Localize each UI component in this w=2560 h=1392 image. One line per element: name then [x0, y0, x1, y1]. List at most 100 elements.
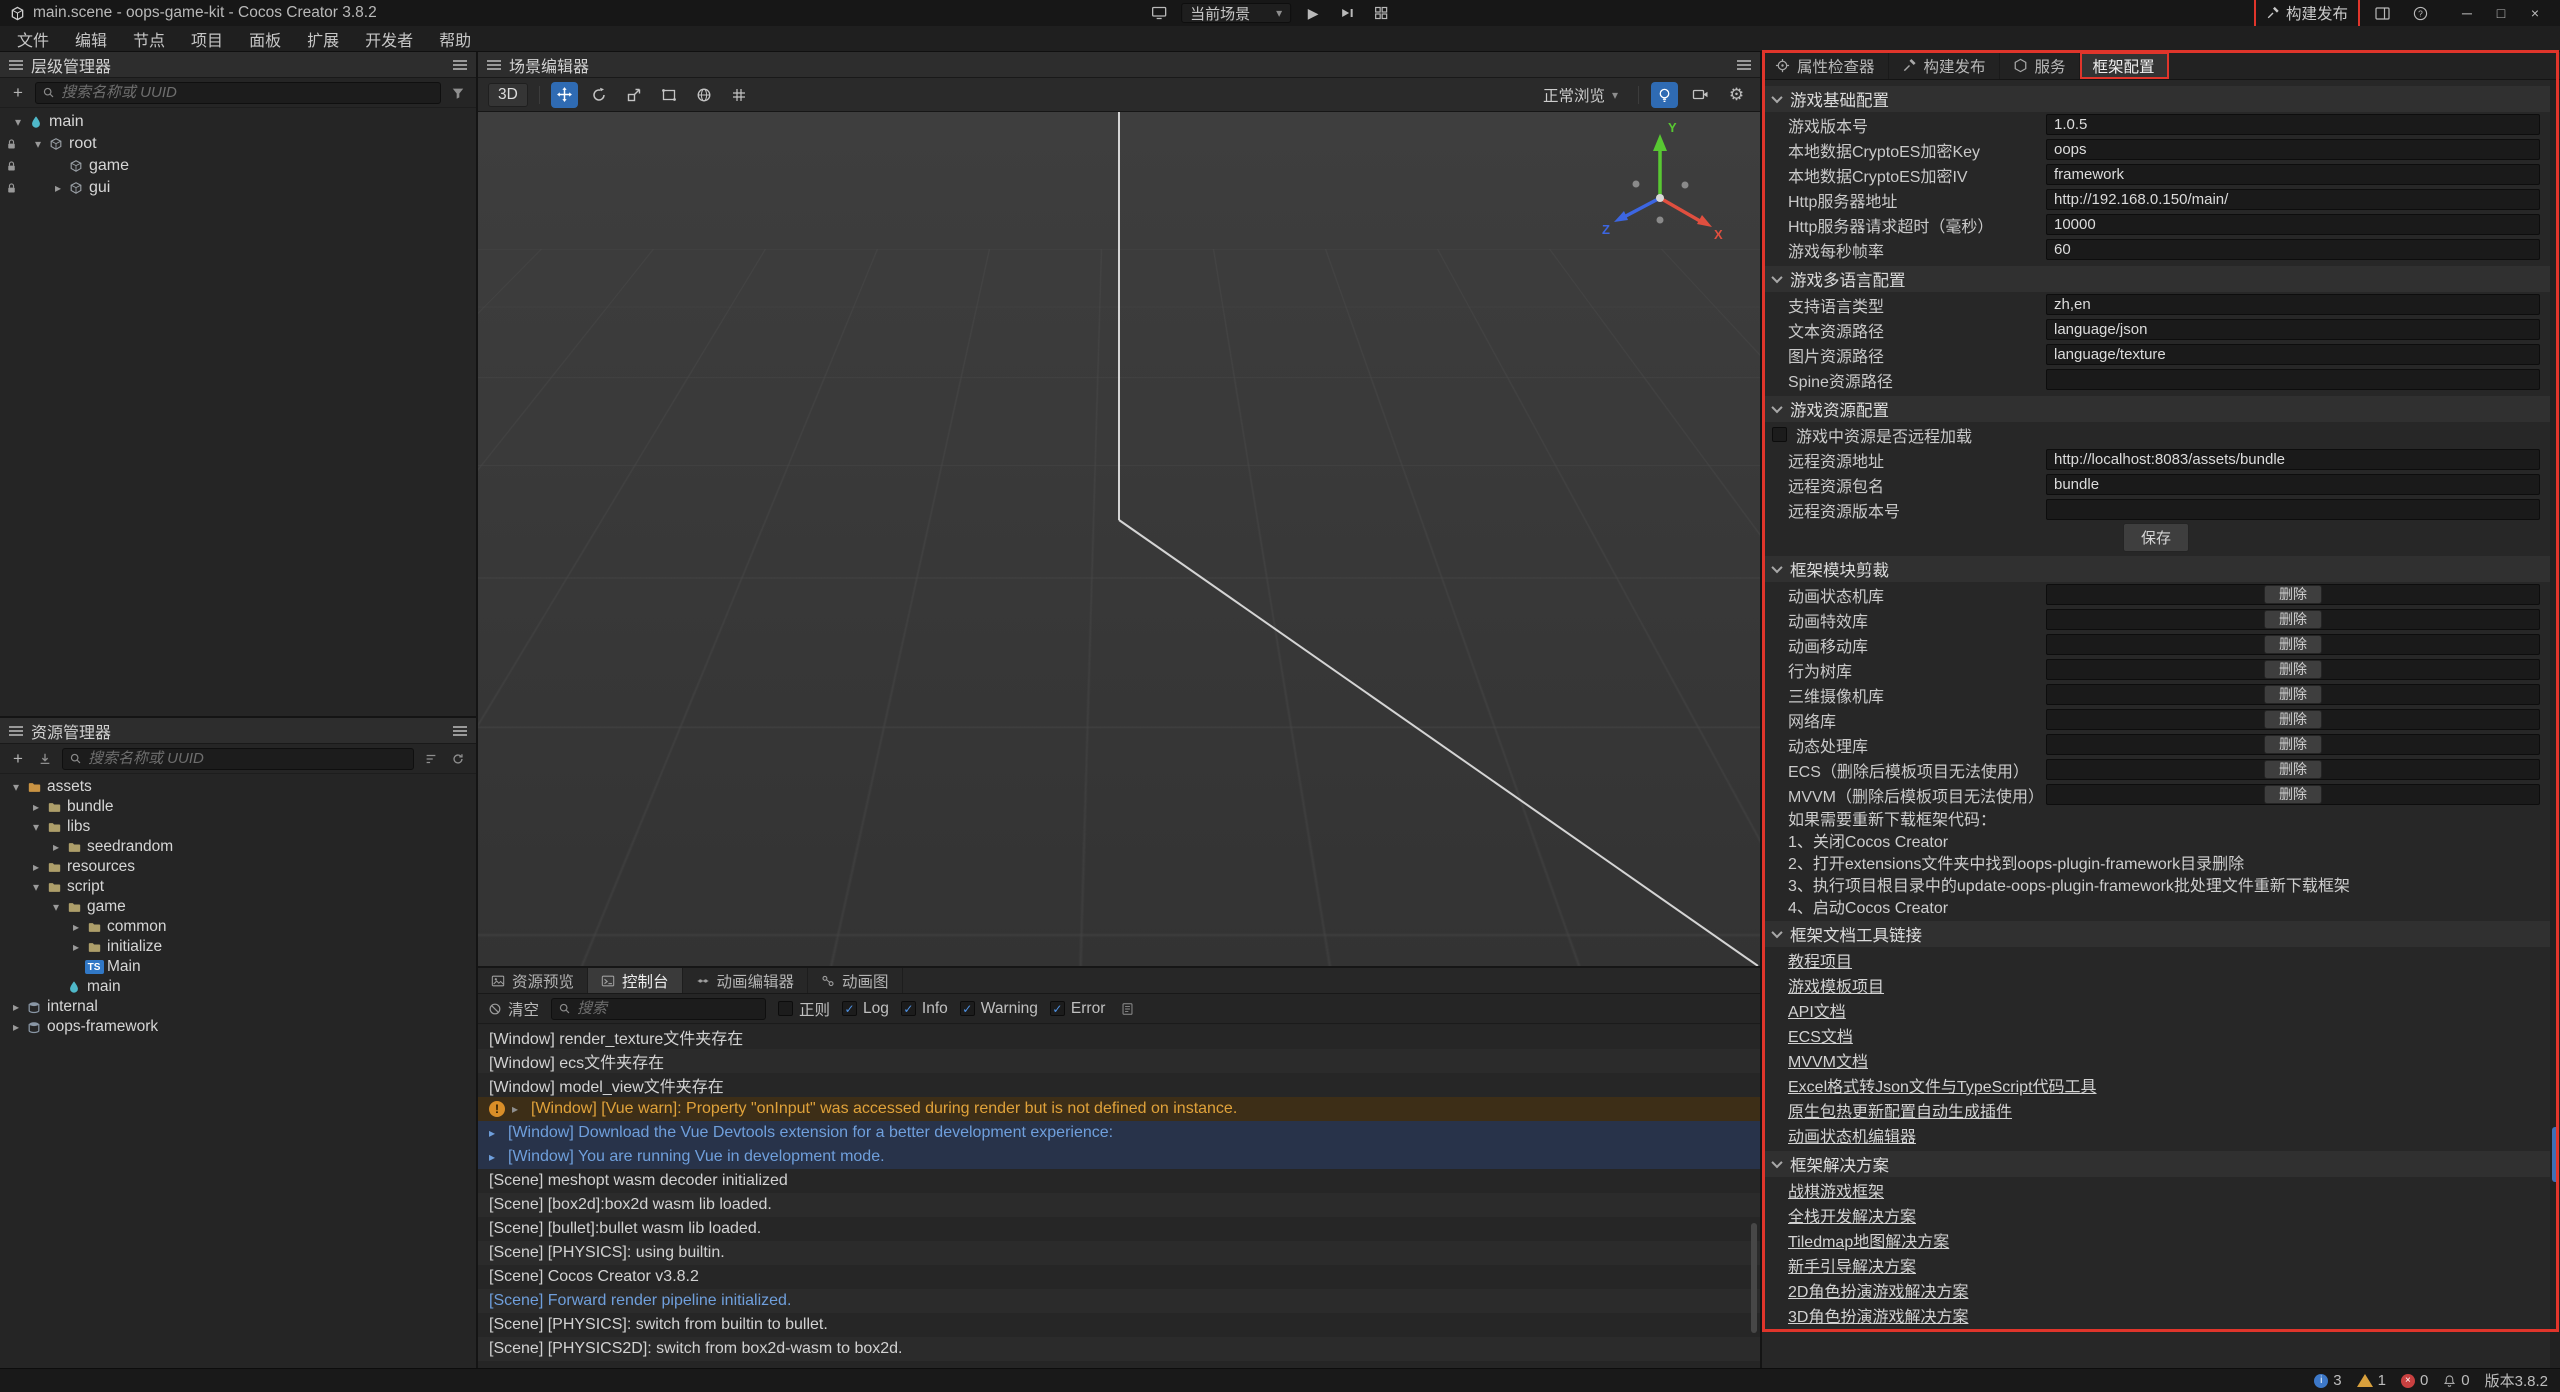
solution-link[interactable]: 战棋游戏框架	[1788, 1178, 1884, 1202]
log-row[interactable]: [Scene] [PHYSICS2D]: switch from box2d-w…	[478, 1337, 1760, 1361]
mode-3d-button[interactable]: 3D	[488, 83, 528, 107]
info-counter[interactable]: i 3	[2314, 1372, 2341, 1389]
expand-arrow-icon[interactable]: ▸	[48, 840, 64, 854]
sort-icon[interactable]	[421, 748, 441, 770]
platform-device-icon[interactable]	[1147, 2, 1171, 24]
solution-link[interactable]: 新手引导解决方案	[1788, 1253, 1916, 1277]
assets-search-input[interactable]	[88, 750, 407, 767]
expand-arrow-icon[interactable]: ▾	[10, 115, 26, 129]
scene-viewport[interactable]: Y X Z	[478, 112, 1760, 966]
asset-node[interactable]: ▸ resources	[0, 857, 476, 877]
section-header[interactable]: 框架解决方案	[1762, 1151, 2550, 1177]
expand-arrow-icon[interactable]: ▸	[50, 181, 66, 195]
expand-arrow-icon[interactable]: ▾	[28, 820, 44, 834]
log-row[interactable]: [Scene] [PHYSICS]: using builtin.	[478, 1241, 1760, 1265]
delete-module-button[interactable]: 删除	[2264, 785, 2322, 804]
warning-counter[interactable]: 1	[2357, 1372, 2386, 1389]
view-mode-dropdown[interactable]: 正常浏览 ▾	[1535, 81, 1626, 109]
config-input[interactable]	[2046, 214, 2540, 235]
config-input[interactable]	[2046, 344, 2540, 365]
log-row[interactable]: [Scene] [bullet]:bullet wasm lib loaded.	[478, 1217, 1760, 1241]
play-button[interactable]: ▶	[1301, 2, 1325, 24]
rotate-tool-button[interactable]	[586, 82, 613, 108]
console-search-input[interactable]	[577, 1000, 759, 1017]
expand-arrow-icon[interactable]: ▸	[8, 1020, 24, 1034]
close-button[interactable]: ×	[2520, 2, 2550, 24]
world-space-button[interactable]	[691, 82, 718, 108]
log-row[interactable]: ▸ [Window] You are running Vue in develo…	[478, 1145, 1760, 1169]
config-input[interactable]	[2046, 294, 2540, 315]
expand-log-icon[interactable]: ▸	[489, 1150, 501, 1164]
notification-counter[interactable]: 0	[2443, 1372, 2469, 1389]
expand-arrow-icon[interactable]: ▸	[8, 1000, 24, 1014]
doc-link[interactable]: 教程项目	[1788, 948, 1852, 972]
solution-link[interactable]: 3D角色扮演游戏解决方案	[1788, 1303, 1968, 1327]
console-tab[interactable]: 控制台	[588, 968, 683, 993]
asset-node[interactable]: ▸ oops-framework	[0, 1017, 476, 1037]
console-tab[interactable]: 动画图	[808, 968, 903, 993]
panel-menu-icon[interactable]	[487, 60, 501, 70]
log-filter-checkbox[interactable]: ✓ Error	[1050, 1000, 1105, 1018]
light-toggle-button[interactable]	[1651, 82, 1678, 108]
expand-log-icon[interactable]: ▸	[489, 1126, 501, 1140]
log-filter-checkbox[interactable]: ✓ Log	[842, 1000, 889, 1018]
asset-node[interactable]: ▸ common	[0, 917, 476, 937]
config-input[interactable]	[2046, 474, 2540, 495]
config-input[interactable]	[2046, 139, 2540, 160]
expand-log-icon[interactable]: ▸	[512, 1102, 524, 1116]
menu-item[interactable]: 节点	[120, 26, 178, 52]
scale-tool-button[interactable]	[621, 82, 648, 108]
help-icon[interactable]: ?	[2408, 2, 2432, 24]
expand-arrow-icon[interactable]: ▸	[68, 940, 84, 954]
solution-link[interactable]: 2D角色扮演游戏解决方案	[1788, 1278, 1968, 1302]
inspector-tab[interactable]: 框架配置	[2080, 52, 2169, 79]
log-row[interactable]: [Window] ecs文件夹存在	[478, 1049, 1760, 1073]
expand-arrow-icon[interactable]: ▸	[28, 800, 44, 814]
asset-node[interactable]: main	[0, 977, 476, 997]
move-tool-button[interactable]	[551, 82, 578, 108]
log-row[interactable]: [Scene] Cocos Creator v3.8.2	[478, 1265, 1760, 1289]
hierarchy-node[interactable]: ▸ gui	[0, 177, 476, 199]
create-node-button[interactable]: +	[8, 82, 28, 104]
doc-link[interactable]: MVVM文档	[1788, 1048, 1868, 1072]
remote-load-checkbox[interactable]	[1772, 427, 1787, 442]
inspector-tab[interactable]: 构建发布	[1889, 52, 2000, 79]
collapse-log-icon[interactable]	[1117, 998, 1137, 1020]
config-input[interactable]	[2046, 189, 2540, 210]
clear-console-button[interactable]: 清空	[488, 998, 539, 1020]
snap-grid-button[interactable]	[726, 82, 753, 108]
hierarchy-search-input[interactable]	[61, 84, 434, 101]
config-input[interactable]	[2046, 239, 2540, 260]
doc-link[interactable]: 动画状态机编辑器	[1788, 1123, 1916, 1147]
config-input[interactable]	[2046, 369, 2540, 390]
doc-link[interactable]: API文档	[1788, 998, 1846, 1022]
rect-tool-button[interactable]	[656, 82, 683, 108]
panel-menu-icon[interactable]	[9, 60, 23, 70]
inspector-tab[interactable]: 服务	[2000, 52, 2080, 79]
expand-arrow-icon[interactable]: ▸	[28, 860, 44, 874]
asset-node[interactable]: ▾ libs	[0, 817, 476, 837]
config-input[interactable]	[2046, 499, 2540, 520]
hierarchy-node[interactable]: ▾ root	[0, 133, 476, 155]
delete-module-button[interactable]: 删除	[2264, 610, 2322, 629]
axis-gizmo[interactable]: Y X Z	[1590, 120, 1730, 260]
log-row[interactable]: [Scene] Forward render pipeline initiali…	[478, 1289, 1760, 1313]
section-header[interactable]: 游戏基础配置	[1762, 86, 2550, 112]
asset-node[interactable]: TS Main	[0, 957, 476, 977]
delete-module-button[interactable]: 删除	[2264, 635, 2322, 654]
section-header[interactable]: 游戏多语言配置	[1762, 266, 2550, 292]
preview-grid-icon[interactable]	[1369, 2, 1393, 24]
doc-link[interactable]: 游戏模板项目	[1788, 973, 1884, 997]
minimize-button[interactable]: ─	[2452, 2, 2482, 24]
doc-link[interactable]: 原生包热更新配置自动生成插件	[1788, 1098, 2012, 1122]
delete-module-button[interactable]: 删除	[2264, 735, 2322, 754]
menu-item[interactable]: 面板	[236, 26, 294, 52]
menu-item[interactable]: 帮助	[426, 26, 484, 52]
scrollbar-thumb[interactable]	[2552, 1127, 2559, 1182]
log-row[interactable]: [Scene] [PHYSICS]: switch from builtin t…	[478, 1313, 1760, 1337]
step-button[interactable]	[1335, 2, 1359, 24]
layout-panels-icon[interactable]	[2370, 2, 2394, 24]
panel-options-icon[interactable]	[453, 726, 467, 736]
error-counter[interactable]: × 0	[2401, 1372, 2428, 1389]
panel-menu-icon[interactable]	[9, 726, 23, 736]
